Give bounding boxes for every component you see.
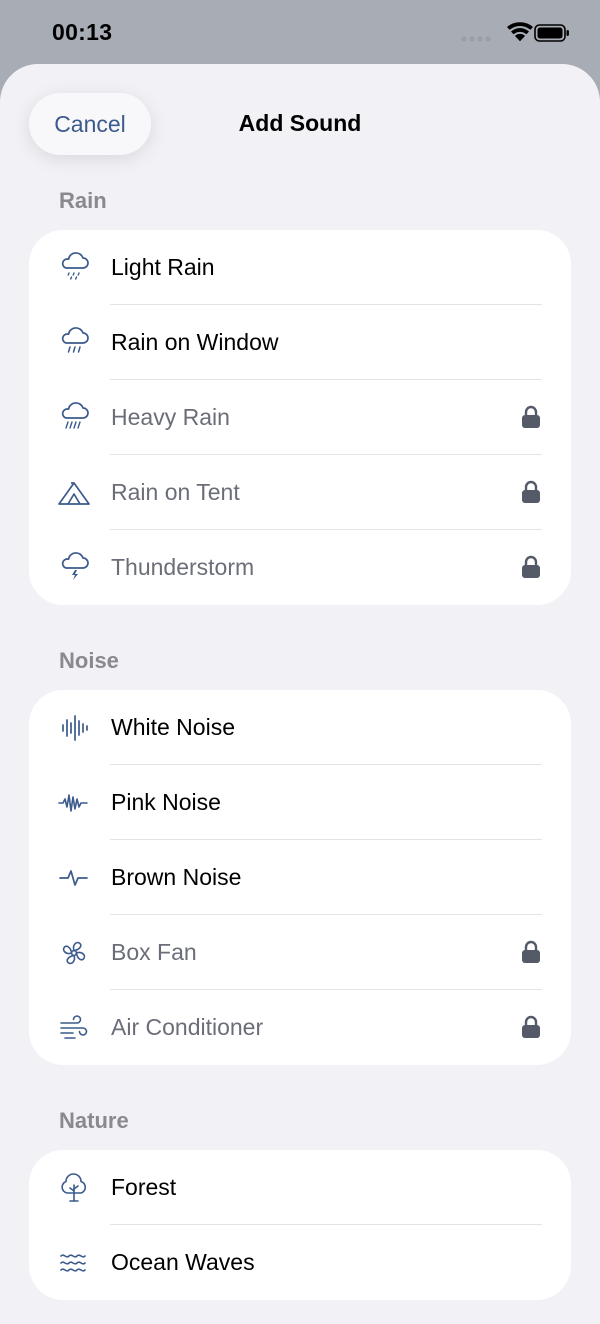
status-time: 00:13 (52, 19, 113, 45)
sound-row-box-fan[interactable]: Box Fan (29, 915, 571, 990)
sound-label: Ocean Waves (111, 1249, 255, 1275)
sound-row-thunderstorm[interactable]: Thunderstorm (29, 530, 571, 605)
wifi-icon (507, 22, 533, 42)
sound-label: Rain on Window (111, 329, 279, 355)
battery-icon (534, 24, 569, 42)
sound-label: Thunderstorm (111, 554, 255, 580)
sound-row-brown-noise[interactable]: Brown Noise (29, 840, 571, 915)
sound-row-heavy-rain[interactable]: Heavy Rain (29, 380, 571, 455)
lock-icon (521, 1015, 541, 1039)
sound-row-white-noise[interactable]: White Noise (29, 690, 571, 765)
sound-row-pink-noise[interactable]: Pink Noise (29, 765, 571, 840)
add-sound-sheet: Cancel Add Sound Rain Light Rain Rain on … (0, 64, 600, 1324)
cloud-heavy-rain-icon (57, 402, 91, 434)
status-indicators (460, 21, 570, 45)
lock-icon (521, 405, 541, 429)
section-header-noise: Noise (59, 648, 119, 673)
tree-icon (57, 1172, 91, 1204)
fan-icon (57, 937, 91, 969)
signal-icon (461, 36, 491, 42)
lock-icon (521, 480, 541, 504)
section-header-rain: Rain (59, 188, 107, 213)
status-bar: 00:13 (0, 0, 600, 64)
sound-label: White Noise (111, 714, 235, 740)
sound-label: Heavy Rain (111, 404, 230, 430)
sound-label: Light Rain (111, 254, 215, 280)
sound-row-ocean-waves[interactable]: Ocean Waves (29, 1225, 571, 1300)
sound-label: Rain on Tent (111, 479, 240, 505)
sound-row-light-rain[interactable]: Light Rain (29, 230, 571, 305)
sound-label: Air Conditioner (111, 1014, 264, 1040)
lock-icon (521, 555, 541, 579)
water-waves-icon (57, 1247, 91, 1279)
section-header-nature: Nature (59, 1108, 129, 1133)
sound-row-rain-on-tent[interactable]: Rain on Tent (29, 455, 571, 530)
sound-row-forest[interactable]: Forest (29, 1150, 571, 1225)
tent-icon (57, 477, 91, 509)
sound-label: Box Fan (111, 939, 197, 965)
sound-list-nature: Forest Ocean Waves (29, 1150, 571, 1300)
waveform-pulse-icon (57, 862, 91, 894)
sound-row-air-conditioner[interactable]: Air Conditioner (29, 990, 571, 1065)
sound-row-rain-on-window[interactable]: Rain on Window (29, 305, 571, 380)
sound-label: Brown Noise (111, 864, 242, 890)
sound-list-rain: Light Rain Rain on Window Heavy Rain Rain o… (29, 230, 571, 605)
cloud-rain-icon (57, 327, 91, 359)
cloud-bolt-icon (57, 552, 91, 584)
wind-icon (57, 1012, 91, 1044)
sheet-title: Add Sound (238, 110, 362, 136)
sound-label: Forest (111, 1174, 177, 1200)
lock-icon (521, 940, 541, 964)
cloud-drizzle-icon (57, 252, 91, 284)
sound-list-noise: White Noise Pink Noise Brown Noise Box Fan A… (29, 690, 571, 1065)
sound-label: Pink Noise (111, 789, 221, 815)
waveform-icon (57, 712, 91, 744)
waveform-path-icon (57, 787, 91, 819)
